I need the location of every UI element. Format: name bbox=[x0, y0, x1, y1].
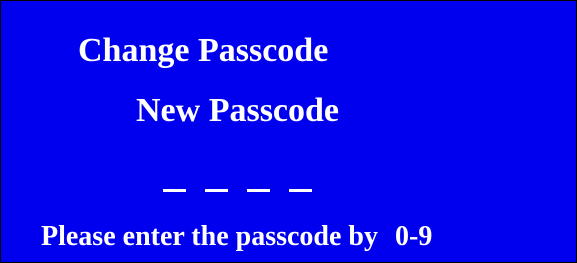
screen-title: Change Passcode bbox=[78, 32, 329, 69]
passcode-digit-slot[interactable] bbox=[163, 169, 186, 199]
digit-underscore bbox=[247, 189, 270, 192]
digit-underscore bbox=[289, 189, 312, 192]
passcode-digit-slots[interactable] bbox=[163, 169, 312, 199]
entry-prompt: Please enter the passcode by 0-9 bbox=[41, 220, 432, 254]
passcode-screen: Change Passcode New Passcode Please ente… bbox=[0, 0, 577, 263]
digit-range: 0-9 bbox=[395, 221, 433, 252]
digit-underscore bbox=[163, 189, 186, 192]
passcode-digit-slot[interactable] bbox=[289, 169, 312, 199]
digit-underscore bbox=[205, 189, 228, 192]
prompt-text: Please enter the passcode by bbox=[41, 221, 378, 252]
passcode-digit-slot[interactable] bbox=[247, 169, 270, 199]
passcode-digit-slot[interactable] bbox=[205, 169, 228, 199]
screen-subtitle: New Passcode bbox=[136, 92, 340, 129]
